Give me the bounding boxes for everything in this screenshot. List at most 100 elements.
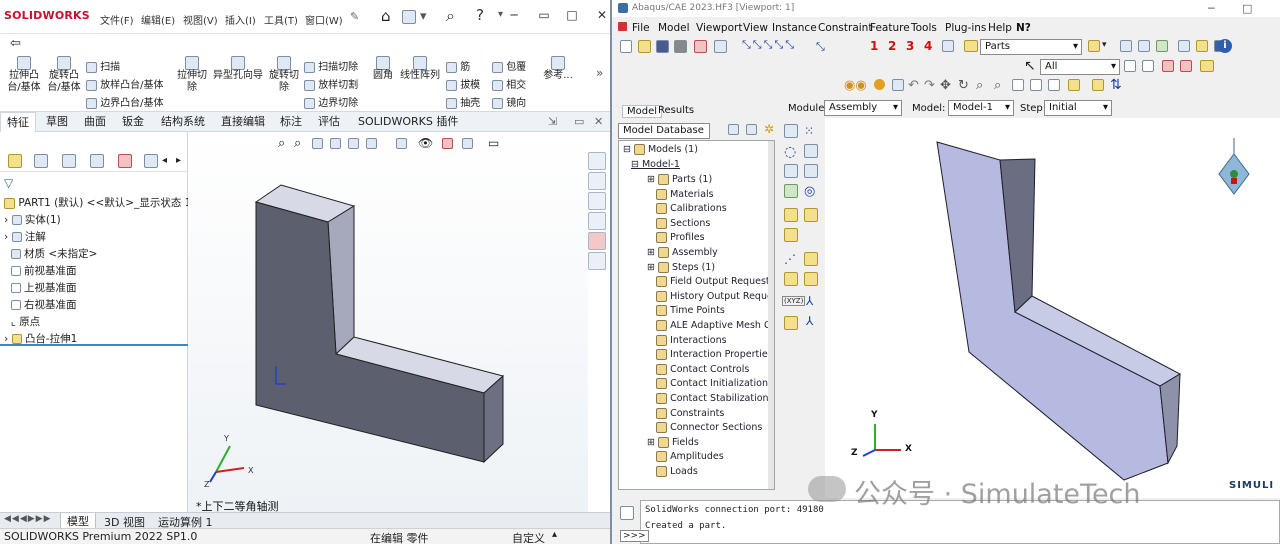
new-model-icon[interactable] xyxy=(620,40,632,53)
minimize-button[interactable]: ─ xyxy=(1208,0,1215,17)
view-4-button[interactable]: 4 xyxy=(924,39,932,53)
redo-icon[interactable]: ↷ xyxy=(924,78,935,93)
view-palette-icon[interactable] xyxy=(588,212,606,230)
sw-resources-icon[interactable] xyxy=(588,152,606,170)
radial-pattern-icon[interactable]: ◌ xyxy=(784,144,796,160)
select-tool-icon[interactable] xyxy=(1180,60,1192,72)
tree-item[interactable]: Time Points xyxy=(647,305,725,317)
message-icon[interactable] xyxy=(620,506,634,520)
menu-viewport[interactable]: Viewport xyxy=(696,22,742,34)
pin-icon[interactable]: ⇲ xyxy=(548,115,557,128)
lofted-cut-button[interactable]: 放样切割 xyxy=(304,76,358,91)
translate-to-icon[interactable] xyxy=(804,164,818,178)
menu-view[interactable]: View xyxy=(743,22,768,34)
magnify-icon[interactable]: ⌕ xyxy=(976,78,983,93)
tree-expand-icon[interactable] xyxy=(746,124,757,135)
tree-item[interactable]: ⊞ Fields xyxy=(647,436,699,448)
tree-item[interactable]: ALE Adaptive Mesh Con xyxy=(647,320,774,331)
datum-icon[interactable]: ◎ xyxy=(804,184,815,199)
custom-properties-icon[interactable] xyxy=(588,252,606,270)
revolve-cut-button[interactable]: 旋转切 除 xyxy=(266,56,302,94)
select-tool-icon[interactable] xyxy=(1124,60,1136,72)
sw-graphics-area[interactable]: ⌕ ⌕ 👁 ▭ Y X Z *上下二等角轴测 xyxy=(188,132,588,513)
select-tool-icon[interactable] xyxy=(1162,60,1174,72)
tree-item-annotations[interactable]: › 注解 xyxy=(4,229,46,244)
tree-item[interactable]: Profiles xyxy=(647,232,705,244)
view-compass-icon[interactable] xyxy=(1218,138,1250,195)
instance-part-icon[interactable] xyxy=(784,124,798,138)
tree-item-solid-bodies[interactable]: › 实体(1) xyxy=(4,212,61,227)
mirror-button[interactable]: 镜向 xyxy=(492,94,526,109)
tree-item[interactable]: ⊞ Parts (1) xyxy=(647,174,712,185)
tree-item-top-plane[interactable]: 上视基准面 xyxy=(4,280,77,295)
tree-item-right-plane[interactable]: 右视基准面 xyxy=(4,297,77,312)
boundary-boss-button[interactable]: 边界凸台/基体 xyxy=(86,94,164,109)
tree-item[interactable]: Constraints xyxy=(647,407,724,419)
selection-filter-combo[interactable]: All ▾ xyxy=(1040,59,1120,75)
toolbar-grip-icon[interactable] xyxy=(1068,79,1080,91)
datum-plane-icon[interactable] xyxy=(784,272,798,286)
dropdown-icon[interactable]: ▾ xyxy=(1102,40,1107,50)
translate-instance-icon[interactable] xyxy=(804,144,818,158)
maximize-button[interactable]: □ xyxy=(563,8,581,24)
rollback-bar[interactable] xyxy=(0,344,188,346)
select-cursor-icon[interactable]: ↖ xyxy=(1024,58,1036,74)
tree-scrollbar[interactable] xyxy=(768,141,774,489)
view-tools-icon[interactable]: ◉◉ xyxy=(844,78,867,93)
rotate-icon[interactable]: ↻ xyxy=(958,78,969,93)
minimize-button[interactable]: ─ xyxy=(505,8,523,24)
units-dropdown-icon[interactable]: ▴ xyxy=(552,529,557,540)
draft-button[interactable]: 拔模 xyxy=(446,76,480,91)
merge-cut-icon[interactable] xyxy=(784,184,798,198)
ribbon-expand-icon[interactable]: » xyxy=(596,66,603,80)
tab-model[interactable]: 模型 xyxy=(60,513,96,529)
view-3-button[interactable]: 3 xyxy=(906,39,914,53)
tree-item[interactable]: Amplitudes xyxy=(647,451,724,463)
sort-icon[interactable]: ⇅ xyxy=(1110,77,1122,93)
step-combo[interactable]: Initial ▾ xyxy=(1044,100,1112,116)
ab-viewport[interactable]: Y X Z SIMULI xyxy=(825,118,1280,498)
tree-item[interactable]: Interaction Properties xyxy=(647,349,773,361)
tab-addins[interactable]: SOLIDWORKS 插件 xyxy=(352,112,464,132)
undo-icon[interactable]: ↶ xyxy=(908,78,919,93)
home-icon[interactable]: ⌂ xyxy=(381,7,391,25)
zoom-icon[interactable]: ⌕ xyxy=(994,78,1001,93)
menu-tools[interactable]: 工具(T) xyxy=(264,12,298,27)
menu-file[interactable]: File xyxy=(632,22,650,34)
view-iso-icon[interactable]: ⤡ xyxy=(816,40,825,54)
datum-point-icon[interactable]: ⋰ xyxy=(784,252,796,266)
intersect-button[interactable]: 相交 xyxy=(492,76,526,91)
swept-cut-button[interactable]: 扫描切除 xyxy=(304,58,358,73)
dropdown-icon[interactable]: ▾ xyxy=(420,9,427,24)
tree-item[interactable]: Contact Controls xyxy=(647,363,749,375)
print-icon[interactable] xyxy=(674,40,687,53)
tab-scroll-icon[interactable]: ◀◀◀▶▶▶ xyxy=(4,514,52,524)
tree-item[interactable]: Materials xyxy=(647,188,714,200)
tab-sheet-metal[interactable]: 钣金 xyxy=(116,112,150,132)
python-prompt-icon[interactable]: >>> xyxy=(620,530,649,542)
menu-edit[interactable]: 编辑(E) xyxy=(141,12,175,27)
close-icon[interactable]: ✕ xyxy=(594,115,603,128)
tool-icon[interactable] xyxy=(1178,40,1190,52)
view-cycle-icons[interactable]: ⤡⤡⤡⤡⤡ xyxy=(742,38,796,52)
view-2-button[interactable]: 2 xyxy=(888,39,896,53)
menu-feature[interactable]: Feature xyxy=(870,22,910,34)
constraint-icon[interactable] xyxy=(784,228,798,242)
select-tool-icon[interactable] xyxy=(1142,60,1154,72)
info-icon[interactable]: i xyxy=(1218,39,1232,53)
rib-button[interactable]: 筋 xyxy=(446,58,470,73)
loft-button[interactable]: 放样凸台/基体 xyxy=(86,76,164,91)
tree-item-front-plane[interactable]: 前视基准面 xyxy=(4,263,77,278)
restore-button[interactable]: ▭ xyxy=(535,8,553,24)
tab-structure-system[interactable]: 结构系统 xyxy=(155,112,211,132)
render-hidden-icon[interactable] xyxy=(1138,40,1150,52)
tree-item[interactable]: Contact Initializations xyxy=(647,378,773,390)
tree-item[interactable]: Loads xyxy=(647,466,698,477)
tree-item[interactable]: ⊞ Assembly xyxy=(647,247,718,258)
partition-icon[interactable] xyxy=(784,316,798,330)
view-tool-icon[interactable] xyxy=(892,79,904,91)
pan-icon[interactable]: ✥ xyxy=(940,78,951,93)
feature-tree-icon[interactable] xyxy=(8,154,22,168)
tree-icon[interactable] xyxy=(942,40,954,52)
dropdown-icon[interactable]: ▾ xyxy=(498,9,503,20)
